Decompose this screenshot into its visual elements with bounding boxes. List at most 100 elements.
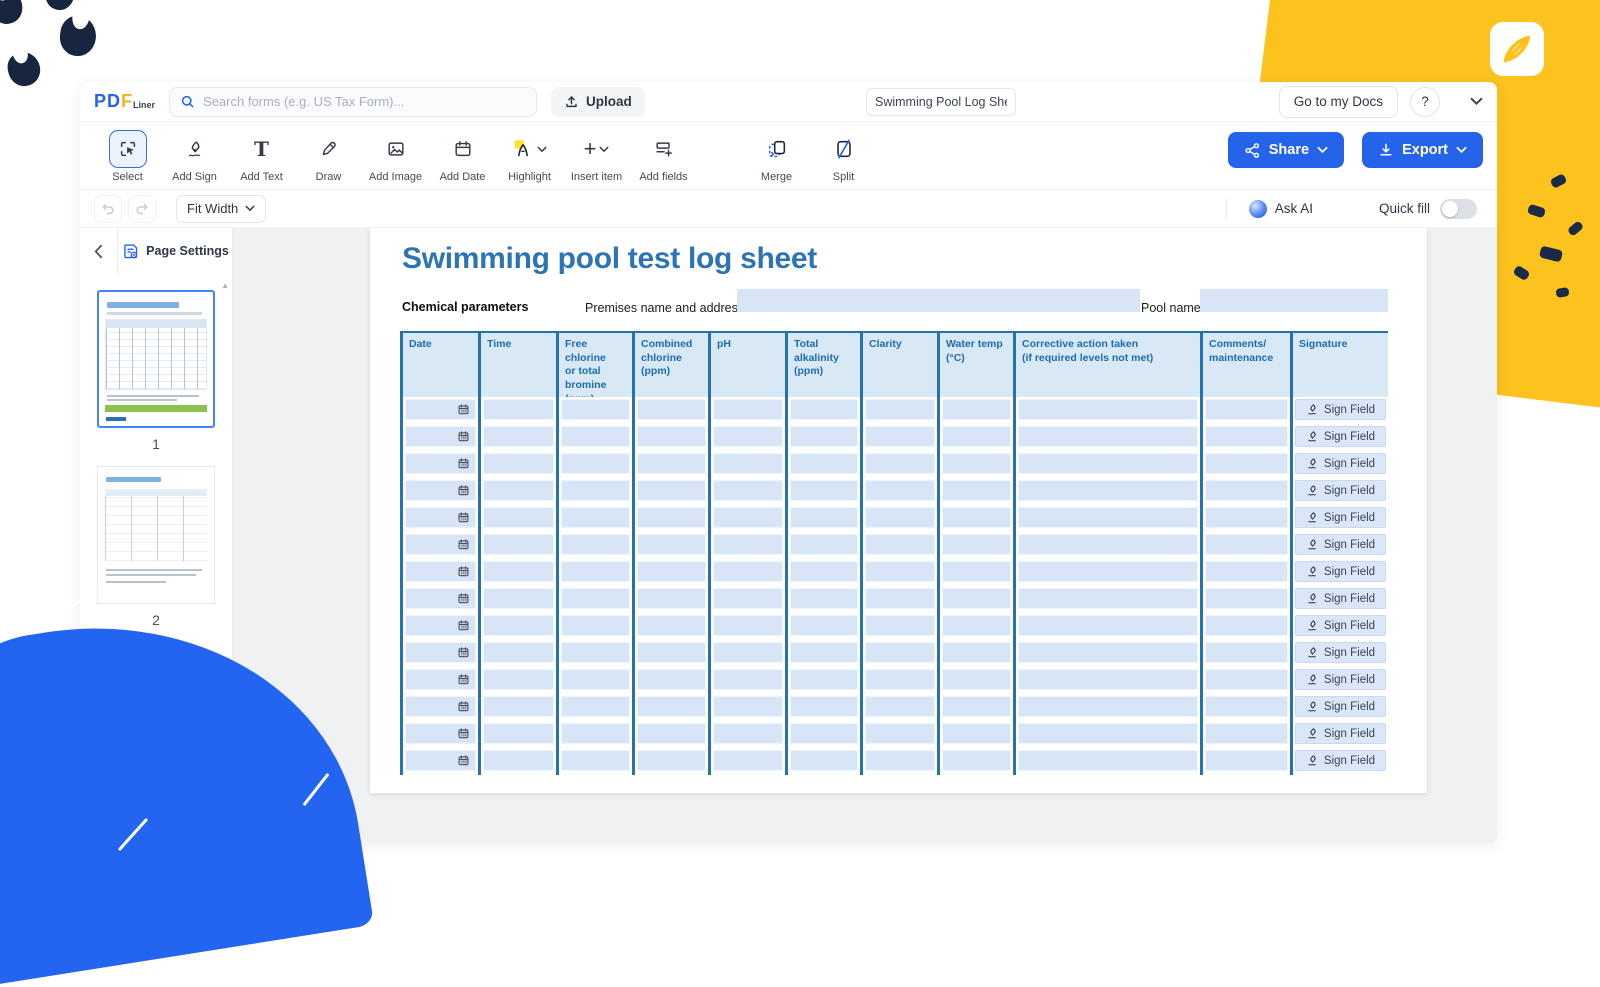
table-input-field[interactable] [865,507,935,528]
table-input-field[interactable] [942,750,1011,771]
table-input-field[interactable] [790,669,858,690]
go-to-my-docs-button[interactable]: Go to my Docs [1279,86,1398,118]
table-input-field[interactable] [637,561,706,582]
premises-input-field[interactable] [737,289,1140,312]
table-input-field[interactable] [637,642,706,663]
table-input-field[interactable] [483,453,554,474]
table-input-field[interactable] [1018,750,1198,771]
table-input-field[interactable] [942,453,1011,474]
date-input-field[interactable] [405,426,476,447]
table-input-field[interactable] [942,507,1011,528]
tool-add-image[interactable]: Add Image [362,130,429,183]
table-input-field[interactable] [790,453,858,474]
table-input-field[interactable] [790,615,858,636]
table-input-field[interactable] [561,399,630,420]
table-input-field[interactable] [637,588,706,609]
quick-fill-toggle[interactable] [1440,199,1477,219]
table-input-field[interactable] [1018,426,1198,447]
tool-add-fields[interactable]: Add fields [630,130,697,183]
table-input-field[interactable] [865,480,935,501]
table-input-field[interactable] [483,642,554,663]
table-input-field[interactable] [1018,696,1198,717]
account-chevron-down-icon[interactable] [1470,97,1483,106]
table-input-field[interactable] [1018,615,1198,636]
date-input-field[interactable] [405,642,476,663]
table-input-field[interactable] [483,534,554,555]
pdfliner-logo[interactable]: PDF Liner [94,91,155,112]
table-input-field[interactable] [790,696,858,717]
sign-field-button[interactable]: Sign Field [1295,723,1386,744]
table-input-field[interactable] [483,588,554,609]
table-input-field[interactable] [561,453,630,474]
search-input[interactable] [203,94,526,109]
table-input-field[interactable] [483,399,554,420]
export-button[interactable]: Export [1362,132,1483,168]
table-input-field[interactable] [1018,507,1198,528]
table-input-field[interactable] [483,561,554,582]
table-input-field[interactable] [483,723,554,744]
table-input-field[interactable] [942,534,1011,555]
table-input-field[interactable] [942,480,1011,501]
table-input-field[interactable] [865,669,935,690]
sign-field-button[interactable]: Sign Field [1295,453,1386,474]
sign-field-button[interactable]: Sign Field [1295,588,1386,609]
date-input-field[interactable] [405,453,476,474]
table-input-field[interactable] [1205,642,1288,663]
table-input-field[interactable] [713,642,783,663]
table-input-field[interactable] [1205,480,1288,501]
table-input-field[interactable] [561,669,630,690]
tool-select[interactable]: Select [94,130,161,183]
undo-button[interactable] [94,195,122,223]
table-input-field[interactable] [942,696,1011,717]
table-input-field[interactable] [561,642,630,663]
table-input-field[interactable] [865,453,935,474]
redo-button[interactable] [128,195,156,223]
table-input-field[interactable] [637,480,706,501]
table-input-field[interactable] [1018,399,1198,420]
table-input-field[interactable] [1205,669,1288,690]
table-input-field[interactable] [942,669,1011,690]
table-input-field[interactable] [1205,561,1288,582]
tool-add-text[interactable]: TAdd Text [228,130,295,183]
date-input-field[interactable] [405,750,476,771]
table-input-field[interactable] [483,426,554,447]
tool-add-date[interactable]: Add Date [429,130,496,183]
table-input-field[interactable] [713,453,783,474]
table-input-field[interactable] [865,723,935,744]
table-input-field[interactable] [865,399,935,420]
table-input-field[interactable] [942,723,1011,744]
table-input-field[interactable] [942,399,1011,420]
table-input-field[interactable] [1205,426,1288,447]
zoom-mode-dropdown[interactable]: Fit Width [176,195,266,223]
sign-field-button[interactable]: Sign Field [1295,750,1386,771]
table-input-field[interactable] [561,507,630,528]
document-title-input[interactable] [866,88,1016,116]
table-input-field[interactable] [637,426,706,447]
table-input-field[interactable] [637,696,706,717]
table-input-field[interactable] [637,669,706,690]
date-input-field[interactable] [405,669,476,690]
table-input-field[interactable] [1205,507,1288,528]
table-input-field[interactable] [865,426,935,447]
table-input-field[interactable] [790,480,858,501]
table-input-field[interactable] [637,534,706,555]
table-input-field[interactable] [1205,723,1288,744]
table-input-field[interactable] [713,723,783,744]
sign-field-button[interactable]: Sign Field [1295,399,1386,420]
table-input-field[interactable] [561,696,630,717]
tool-split[interactable]: Split [810,130,877,183]
table-input-field[interactable] [713,615,783,636]
table-input-field[interactable] [713,507,783,528]
sign-field-button[interactable]: Sign Field [1295,480,1386,501]
sign-field-button[interactable]: Sign Field [1295,642,1386,663]
table-input-field[interactable] [713,669,783,690]
table-input-field[interactable] [483,696,554,717]
date-input-field[interactable] [405,615,476,636]
table-input-field[interactable] [713,399,783,420]
table-input-field[interactable] [1205,696,1288,717]
table-input-field[interactable] [713,561,783,582]
table-input-field[interactable] [790,399,858,420]
table-input-field[interactable] [1205,588,1288,609]
table-input-field[interactable] [483,615,554,636]
page-thumbnail-2[interactable] [97,466,215,604]
